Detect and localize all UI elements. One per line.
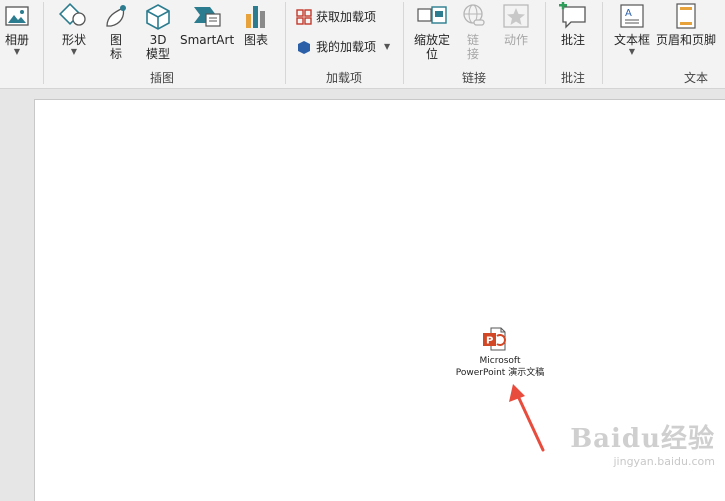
link-label-line2: 接 bbox=[466, 47, 479, 61]
icons-icon bbox=[106, 5, 126, 27]
addin-cube-icon bbox=[298, 40, 310, 54]
group-divider bbox=[43, 2, 44, 84]
group-label-illustrations: 插图 bbox=[150, 71, 175, 85]
group-divider bbox=[403, 2, 404, 84]
comment-icon bbox=[559, 2, 586, 29]
smartart-label: SmartArt bbox=[180, 33, 235, 47]
shapes-label: 形状 bbox=[61, 33, 86, 47]
chevron-down-icon[interactable]: ▼ bbox=[384, 42, 390, 51]
album-button[interactable]: 相册 ▼ bbox=[2, 2, 32, 57]
svg-text:A: A bbox=[625, 8, 632, 19]
header-footer-icon bbox=[676, 3, 696, 29]
smartart-button[interactable]: SmartArt bbox=[180, 2, 234, 47]
action-button[interactable]: 动作 bbox=[500, 2, 532, 47]
comment-label: 批注 bbox=[560, 33, 585, 47]
star-action-icon bbox=[503, 4, 529, 28]
cube-icon bbox=[146, 4, 170, 30]
globe-link-icon bbox=[463, 4, 485, 26]
embedded-object-line1: Microsoft bbox=[479, 356, 521, 366]
chevron-down-icon: ▼ bbox=[13, 47, 21, 56]
shapes-icon bbox=[59, 2, 86, 26]
shapes-button[interactable]: 形状 ▼ bbox=[56, 2, 92, 57]
textbox-icon: A bbox=[620, 4, 644, 28]
link-button[interactable]: 链 接 bbox=[458, 2, 488, 61]
textbox-label: 文本框 bbox=[613, 33, 650, 47]
store-grid-icon bbox=[296, 8, 312, 25]
powerpoint-file-icon[interactable]: P bbox=[482, 327, 506, 351]
chevron-down-icon: ▼ bbox=[70, 47, 78, 56]
watermark-brand: Baidu经验 bbox=[570, 424, 715, 454]
get-addins-label: 获取加载项 bbox=[316, 10, 377, 24]
annotation-arrow bbox=[509, 384, 545, 452]
link-label-line1: 链 bbox=[466, 33, 479, 47]
zoom-label-line1: 缩放定 bbox=[413, 33, 450, 47]
chart-button[interactable]: 图表 bbox=[240, 2, 272, 47]
chart-label: 图表 bbox=[243, 33, 268, 47]
my-addins-button[interactable]: 我的加载项 ▼ bbox=[296, 38, 390, 55]
header-footer-button[interactable]: 页眉和页脚 bbox=[656, 2, 716, 47]
comment-button[interactable]: 批注 bbox=[556, 2, 590, 47]
group-label-comments: 批注 bbox=[561, 71, 586, 85]
svg-text:P: P bbox=[486, 336, 493, 347]
zoom-label-line2: 位 bbox=[425, 47, 438, 61]
icons-label-line1: 图 bbox=[109, 33, 122, 47]
icons-label-line2: 标 bbox=[109, 47, 122, 61]
watermark: Baidu经验 jingyan.baidu.com bbox=[570, 418, 715, 468]
bar-chart-icon bbox=[246, 6, 265, 28]
3d-models-label-line1: 3D bbox=[149, 33, 167, 47]
group-divider bbox=[602, 2, 603, 84]
group-label-addins: 加载项 bbox=[326, 71, 363, 85]
zoom-button[interactable]: 缩放定 位 bbox=[410, 2, 454, 61]
ribbon: 相册 ▼ 形状 ▼ 图 标 3D 模型 SmartArt 图表 插图 获取加载项… bbox=[0, 0, 725, 89]
embedded-object-label: Microsoft PowerPoint 演示文稿 bbox=[455, 355, 545, 379]
textbox-button[interactable]: A 文本框 ▼ bbox=[610, 2, 654, 57]
group-divider bbox=[545, 2, 546, 84]
chevron-down-icon: ▼ bbox=[628, 47, 636, 56]
group-label-links: 链接 bbox=[462, 71, 487, 85]
3d-models-label-line2: 模型 bbox=[145, 47, 170, 61]
watermark-url: jingyan.baidu.com bbox=[613, 455, 715, 468]
my-addins-label: 我的加载项 bbox=[316, 40, 377, 54]
icons-button[interactable]: 图 标 bbox=[100, 2, 132, 61]
get-addins-button[interactable]: 获取加载项 bbox=[296, 8, 376, 25]
group-label-text: 文本 bbox=[684, 71, 709, 85]
header-footer-label: 页眉和页脚 bbox=[656, 33, 717, 47]
smartart-icon bbox=[194, 7, 221, 27]
photo-album-icon bbox=[5, 6, 29, 26]
action-label: 动作 bbox=[503, 33, 528, 47]
group-divider bbox=[285, 2, 286, 84]
zoom-icon bbox=[417, 6, 447, 24]
3d-models-button[interactable]: 3D 模型 bbox=[142, 2, 174, 61]
album-label: 相册 bbox=[4, 33, 29, 47]
